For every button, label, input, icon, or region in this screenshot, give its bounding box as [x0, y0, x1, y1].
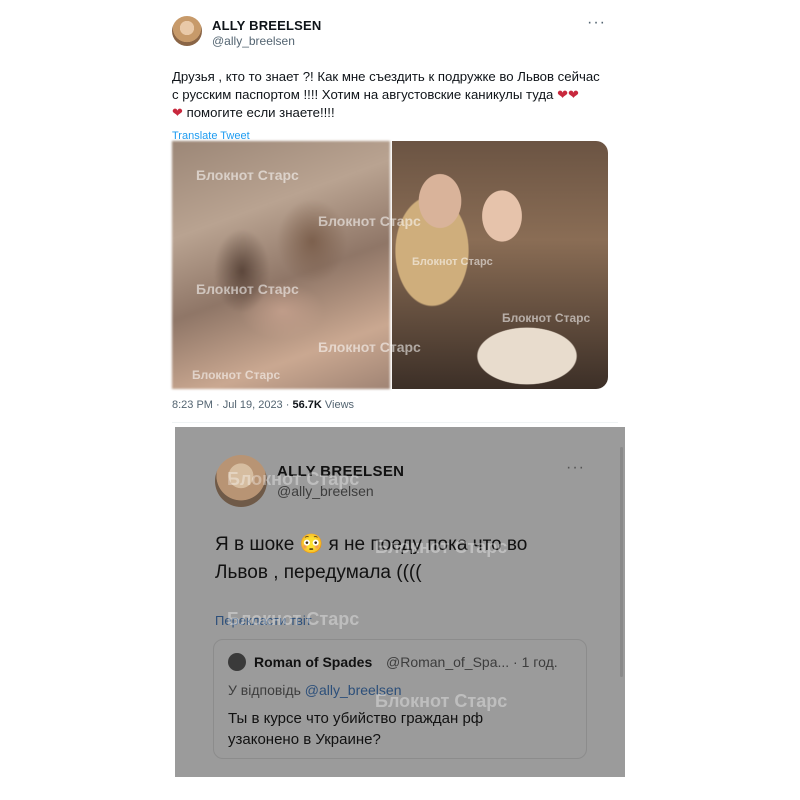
watermark: Блокнот Старс [196, 167, 299, 183]
reply-prefix: У відповідь [228, 682, 305, 698]
author-handle[interactable]: @ally_breelsen [212, 34, 295, 48]
watermark: Блокнот Старс [502, 311, 591, 325]
tweet-text: Друзья , кто то знает ?! Как мне съездит… [172, 68, 612, 122]
divider [172, 422, 618, 423]
avatar[interactable] [172, 16, 202, 46]
tweet-text-line: с русским паспортом !!!! Хотим на август… [172, 86, 612, 104]
heart-icon: ❤ [172, 105, 183, 120]
quoted-author-name[interactable]: Roman of Spades [254, 654, 372, 670]
watermark: Блокнот Старс [318, 213, 421, 229]
watermark: Блокнот Старс [412, 256, 493, 268]
tweet-photos: Блокнот Старс Блокнот Старс Блокнот Стар… [172, 141, 608, 389]
tweet-timestamp[interactable]: 8:23 PM · Jul 19, 2023 · [172, 399, 292, 411]
tweet-text-line: ❤ помогите если знаете!!!! [172, 104, 612, 122]
watermark: Блокнот Старс [227, 469, 360, 489]
tweet-meta: 8:23 PM · Jul 19, 2023 · 56.7K Views [172, 399, 354, 411]
watermark: Блокнот Старс [196, 281, 299, 297]
watermark: Блокнот Старс [375, 691, 508, 711]
quoted-author-handle[interactable]: @Roman_of_Spa... · 1 год. [386, 654, 558, 670]
tweet-text-line: Друзья , кто то знает ?! Как мне съездит… [172, 69, 600, 84]
second-tweet-screenshot: ALLY BREELSEN @ally_breelsen ··· Я в шок… [175, 427, 625, 777]
view-count: 56.7K [292, 399, 322, 411]
scrollbar[interactable] [620, 447, 623, 677]
tweet-header: ALLY BREELSEN @ally_breelsen ··· [172, 12, 612, 52]
watermark: Блокнот Старс [192, 368, 281, 382]
heart-icon: ❤❤ [557, 87, 579, 102]
more-icon[interactable]: ··· [587, 14, 606, 32]
avatar[interactable] [228, 653, 246, 671]
watermark: Блокнот Старс [227, 609, 360, 629]
tweet-text-segment: с русским паспортом !!!! Хотим на август… [172, 87, 554, 102]
tweet-text-segment: помогите если знаете!!!! [186, 105, 335, 120]
author-name[interactable]: ALLY BREELSEN [212, 18, 322, 33]
more-icon[interactable]: ··· [566, 459, 585, 477]
quoted-tweet-text: Ты в курсе что убийство граждан рф узако… [228, 708, 568, 750]
watermark: Блокнот Старс [318, 339, 421, 355]
views-label: Views [321, 399, 355, 411]
tweet-text-line: узаконено в Украине? [228, 731, 381, 748]
tweet-text-line: Львов , передумала (((( [215, 562, 422, 583]
watermark: Блокнот Старс [375, 537, 508, 557]
